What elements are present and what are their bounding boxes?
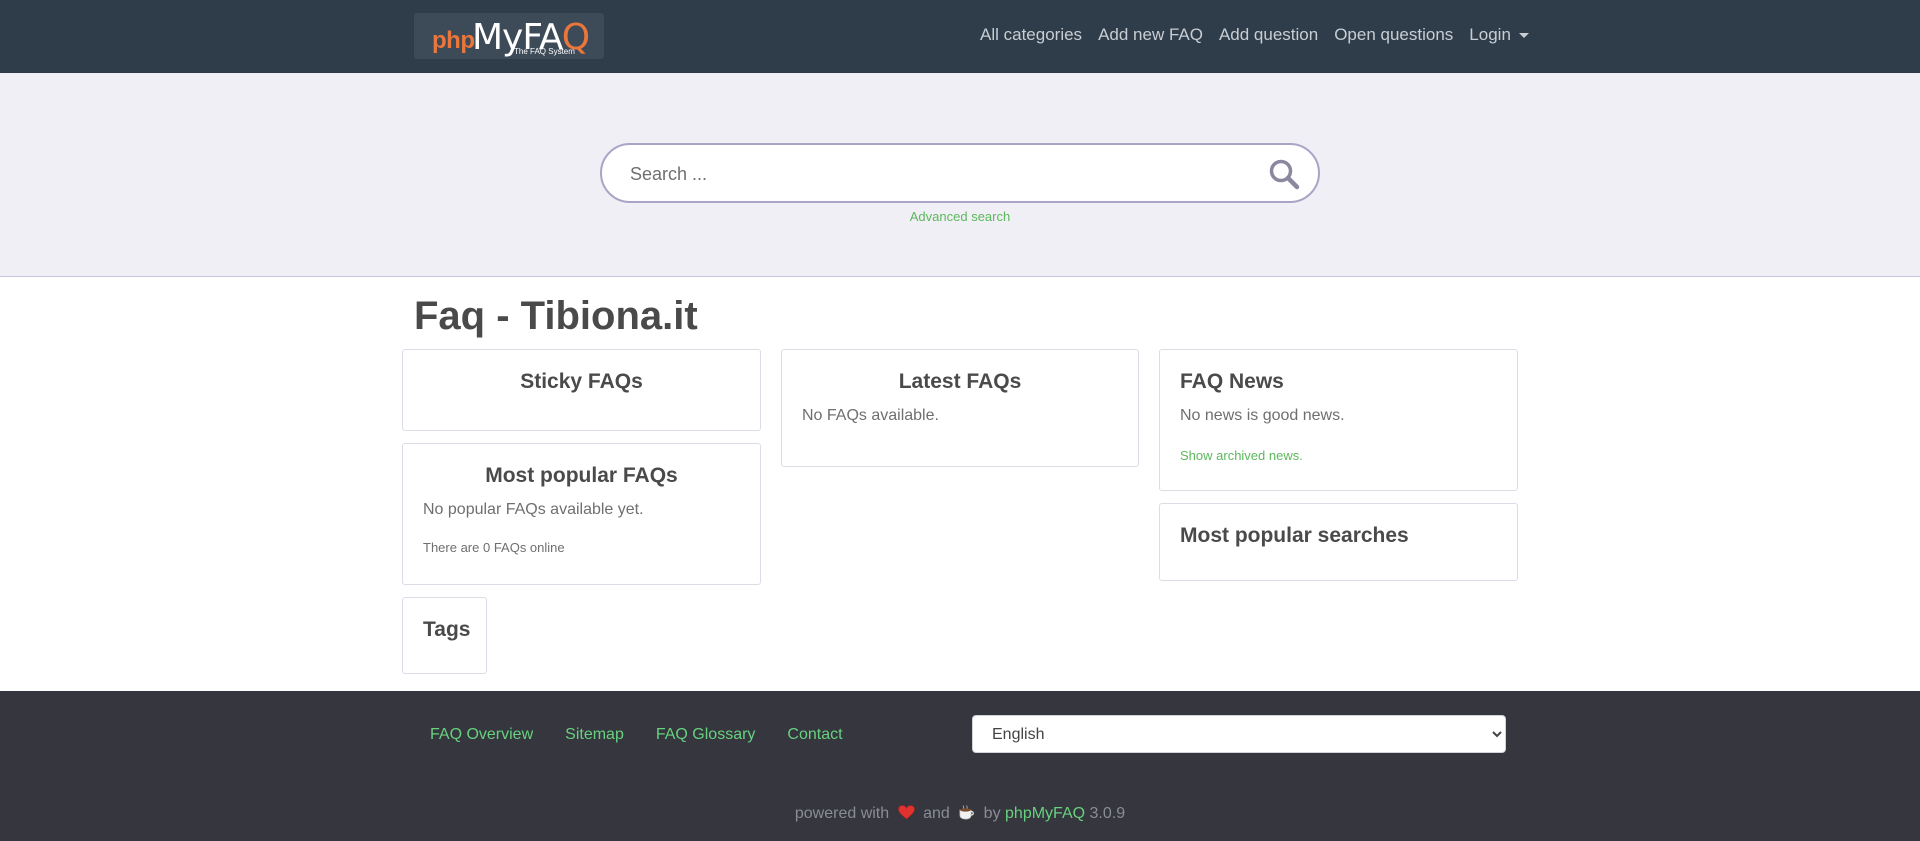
top-navbar: php MyFAQ The FAQ System All categories … — [0, 0, 1920, 73]
sticky-faqs-card: Sticky FAQs — [402, 349, 761, 431]
footer-contact[interactable]: Contact — [787, 726, 842, 744]
popular-faqs-text: No popular FAQs available yet. — [423, 501, 644, 518]
heart-icon — [897, 805, 915, 820]
footer: FAQ Overview Sitemap FAQ Glossary Contac… — [0, 691, 1920, 841]
faq-news-card: FAQ News No news is good news. Show arch… — [1159, 349, 1518, 491]
footer-faq-overview[interactable]: FAQ Overview — [430, 726, 533, 744]
powered-and: and — [923, 805, 950, 822]
nav-add-new-faq[interactable]: Add new FAQ — [1098, 25, 1203, 45]
archived-news-link[interactable]: Show archived news. — [1180, 448, 1497, 463]
phpmyfaq-link[interactable]: phpMyFAQ — [1005, 805, 1085, 822]
footer-sitemap[interactable]: Sitemap — [565, 726, 624, 744]
page-title: Faq - Tibiona.it — [414, 294, 698, 338]
popular-searches-card: Most popular searches — [1159, 503, 1518, 581]
faq-news-title: FAQ News — [1180, 370, 1284, 393]
tags-title: Tags — [423, 618, 471, 641]
search-input[interactable] — [630, 159, 1230, 189]
footer-links: FAQ Overview Sitemap FAQ Glossary Contac… — [430, 726, 843, 744]
search-section: Advanced search — [0, 73, 1920, 277]
popular-faqs-title: Most popular FAQs — [485, 464, 678, 487]
powered-prefix: powered with — [794, 805, 890, 822]
logo-php-text: php — [432, 27, 475, 54]
faq-count-text: There are 0 FAQs online — [423, 540, 565, 555]
latest-faqs-text: No FAQs available. — [802, 407, 939, 424]
login-dropdown[interactable]: Login — [1469, 25, 1529, 45]
search-box — [600, 143, 1320, 203]
faq-news-text: No news is good news. — [1180, 407, 1345, 424]
main-nav: All categories Add new FAQ Add question … — [980, 25, 1529, 45]
latest-faqs-title: Latest FAQs — [898, 370, 1022, 393]
phpmyfaq-logo[interactable]: php MyFAQ The FAQ System — [414, 13, 604, 59]
powered-by: by — [983, 805, 1001, 822]
footer-faq-glossary[interactable]: FAQ Glossary — [656, 726, 756, 744]
sticky-faqs-title: Sticky FAQs — [520, 370, 643, 393]
tags-card: Tags — [402, 597, 487, 674]
coffee-icon — [959, 805, 975, 820]
language-select[interactable]: English — [972, 715, 1506, 753]
version-text: 3.0.9 — [1089, 805, 1126, 822]
popular-faqs-card: Most popular FAQs No popular FAQs availa… — [402, 443, 761, 585]
powered-by-line: powered with and by phpMyFAQ 3.0.9 — [0, 805, 1920, 823]
nav-open-questions[interactable]: Open questions — [1334, 25, 1453, 45]
popular-searches-title: Most popular searches — [1180, 524, 1409, 547]
logo-tagline: The FAQ System — [514, 47, 575, 56]
search-icon[interactable] — [1268, 158, 1300, 190]
caret-down-icon — [1518, 33, 1529, 39]
nav-all-categories[interactable]: All categories — [980, 25, 1082, 45]
advanced-search-link[interactable]: Advanced search — [0, 209, 1920, 224]
latest-faqs-card: Latest FAQs No FAQs available. — [781, 349, 1139, 467]
nav-add-question[interactable]: Add question — [1219, 25, 1318, 45]
